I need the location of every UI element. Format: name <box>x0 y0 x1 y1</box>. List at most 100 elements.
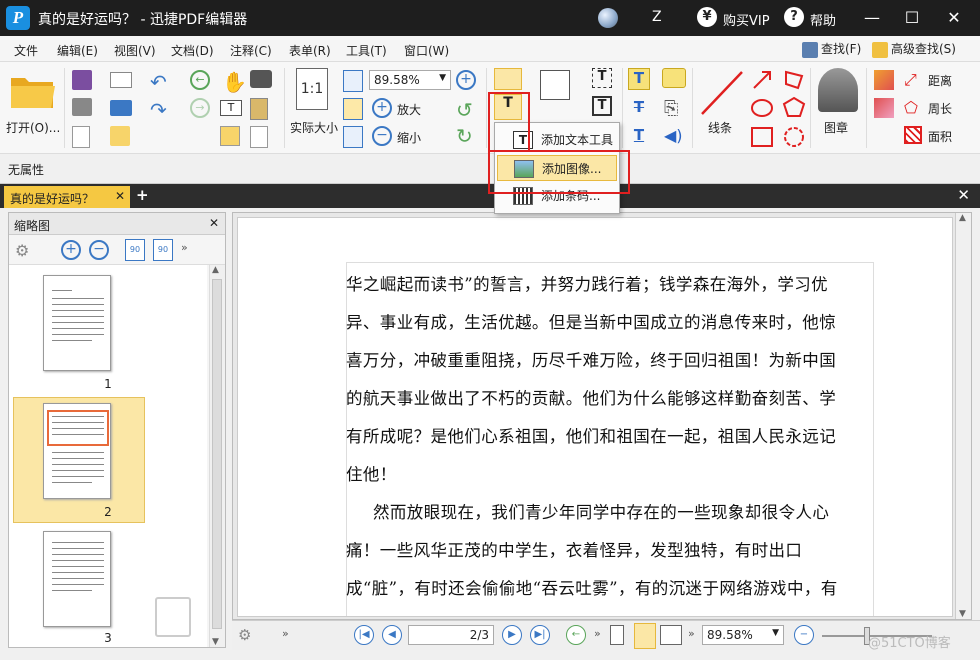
sound-icon[interactable]: ◀) <box>664 126 683 145</box>
menu-document[interactable]: 文档(D) <box>171 42 214 59</box>
new-document-icon[interactable] <box>110 126 130 146</box>
zoom-out-icon[interactable]: − <box>372 126 392 146</box>
first-page-icon[interactable]: |◀ <box>354 625 374 645</box>
shape-tools-icon[interactable] <box>750 70 810 150</box>
stamp-icon[interactable] <box>818 68 858 112</box>
attachment-icon[interactable]: ⎘ <box>664 98 678 119</box>
scan-icon[interactable] <box>110 100 132 116</box>
page-icon[interactable] <box>250 126 268 148</box>
more-icon[interactable]: » <box>181 241 188 254</box>
page-content[interactable]: 华之崛起而读书”的誓言，并努力践行着；钱学森在海外，学习优异、事业有成，生活优越… <box>346 266 846 616</box>
paragraph[interactable]: 华之崛起而读书”的誓言，并努力践行着；钱学森在海外，学习优异、事业有成，生活优越… <box>346 266 846 494</box>
save-icon[interactable] <box>72 70 92 90</box>
thumbnail-page-2[interactable] <box>43 403 111 499</box>
tab-close-icon[interactable]: ✕ <box>115 189 125 203</box>
thumbnail-page-3[interactable] <box>43 531 111 627</box>
prev-page-icon[interactable]: ◀ <box>382 625 402 645</box>
back-icon[interactable]: ← <box>190 70 210 90</box>
print-icon[interactable] <box>72 98 92 116</box>
back-view-icon[interactable]: ← <box>566 625 586 645</box>
close-button[interactable]: ✕ <box>934 0 974 36</box>
help-button[interactable]: 帮助 <box>810 10 836 29</box>
underline-icon[interactable]: T <box>628 126 650 148</box>
thumbnail-scrollbar[interactable]: ▲ ▼ <box>209 265 225 647</box>
forward-icon[interactable]: → <box>190 98 210 118</box>
zoom-in-label[interactable]: 放大 <box>397 101 421 118</box>
zoom-plus-icon[interactable]: + <box>456 70 476 90</box>
thumb-zoom-in-icon[interactable]: + <box>61 240 81 260</box>
minimize-button[interactable]: — <box>852 0 892 36</box>
menu-view[interactable]: 视图(V) <box>114 42 156 59</box>
status-zoom-out-icon[interactable]: − <box>794 625 814 645</box>
document-view[interactable]: 华之崛起而读书”的誓言，并努力践行着；钱学森在海外，学习优异、事业有成，生活优越… <box>232 212 972 620</box>
hand-tool-icon[interactable]: ✋ <box>222 70 247 94</box>
undo-icon[interactable]: ↶ <box>150 70 167 94</box>
add-tab-icon[interactable]: + <box>136 186 149 204</box>
line-tool-icon[interactable] <box>698 68 746 118</box>
rotate-ccw-90-icon[interactable]: 90 <box>125 239 145 261</box>
redo-icon[interactable]: ↷ <box>150 98 167 122</box>
select-text-icon[interactable]: T <box>220 100 242 116</box>
strikeout-icon[interactable]: T <box>628 98 650 120</box>
close-all-icon[interactable]: ✕ <box>957 186 970 204</box>
paste-icon[interactable] <box>250 98 268 120</box>
thumb-zoom-out-icon[interactable]: − <box>89 240 109 260</box>
zoom-out-label[interactable]: 缩小 <box>397 129 421 146</box>
menu-comment[interactable]: 注释(C) <box>230 42 272 59</box>
open-folder-icon[interactable] <box>8 70 58 112</box>
thumbnail-page-1[interactable] <box>43 275 111 371</box>
user-name[interactable]: Z <box>652 9 662 25</box>
open-button-label[interactable]: 打开(O)... <box>6 119 60 136</box>
edit-form-icon[interactable] <box>540 70 570 100</box>
eraser-icon[interactable] <box>874 98 894 118</box>
next-page-icon[interactable]: ▶ <box>502 625 522 645</box>
area-label[interactable]: 面积 <box>928 128 952 145</box>
find-button[interactable]: 查找(F) <box>802 40 861 58</box>
text-field-icon[interactable]: T <box>592 96 612 116</box>
tab-document[interactable]: 真的是好运吗？ ✕ <box>4 186 130 208</box>
rotate-left-icon[interactable]: ↺ <box>456 98 473 122</box>
note-icon[interactable] <box>662 68 686 88</box>
document-scrollbar[interactable]: ▲ ▼ <box>955 213 971 619</box>
fit-page-icon[interactable] <box>343 98 363 120</box>
document-icon[interactable] <box>72 126 90 148</box>
rotate-right-icon[interactable]: ↻ <box>456 124 473 148</box>
status-zoom-select[interactable]: 89.58% ▼ <box>702 625 784 645</box>
advanced-find-button[interactable]: 高级查找(S) <box>872 40 956 58</box>
edit-content-icon[interactable] <box>494 68 522 90</box>
zoom-in-icon[interactable]: + <box>372 98 392 118</box>
globe-icon[interactable] <box>598 8 618 28</box>
menu-form[interactable]: 表单(R) <box>289 42 331 59</box>
pencil-icon[interactable] <box>874 70 894 90</box>
actual-size-icon[interactable]: 1:1 <box>296 68 328 110</box>
paragraph[interactable]: 然而放眼现在，我们青少年同学中存在的一些现象却很令人心痛！一些风华正茂的中学生，… <box>346 494 846 616</box>
menu-edit[interactable]: 编辑(E) <box>57 42 98 59</box>
line-tool-label[interactable]: 线条 <box>708 119 732 136</box>
fit-width-icon[interactable] <box>343 70 363 92</box>
typewriter-icon[interactable]: T <box>628 68 650 90</box>
menu-tools[interactable]: 工具(T) <box>346 42 387 59</box>
more-icon[interactable]: » <box>594 627 601 640</box>
rotate-cw-90-icon[interactable]: 90 <box>153 239 173 261</box>
distance-label[interactable]: 距离 <box>928 72 952 89</box>
camera-icon[interactable] <box>250 70 272 88</box>
perimeter-label[interactable]: 周长 <box>928 100 952 117</box>
area-icon[interactable] <box>904 126 922 144</box>
more-icon[interactable]: » <box>282 627 289 640</box>
snapshot-icon[interactable] <box>220 126 240 146</box>
yen-icon[interactable]: ¥ <box>697 7 717 27</box>
menu-window[interactable]: 窗口(W) <box>404 42 449 59</box>
more-icon[interactable]: » <box>688 627 695 640</box>
continuous-page-icon[interactable] <box>634 623 656 649</box>
fit-visible-icon[interactable] <box>343 126 363 148</box>
maximize-button[interactable]: ☐ <box>892 0 932 36</box>
perimeter-icon[interactable]: ⬠ <box>904 98 918 117</box>
gear-icon[interactable]: ⚙ <box>15 241 29 260</box>
page-number-input[interactable]: 2/3 <box>408 625 494 645</box>
settings-gear-icon[interactable]: ⚙ <box>238 626 251 644</box>
menu-file[interactable]: 文件 <box>14 42 38 59</box>
stamp-label[interactable]: 图章 <box>824 119 848 136</box>
facing-page-icon[interactable] <box>660 625 682 645</box>
single-page-icon[interactable] <box>610 625 624 645</box>
mail-icon[interactable] <box>110 72 132 88</box>
